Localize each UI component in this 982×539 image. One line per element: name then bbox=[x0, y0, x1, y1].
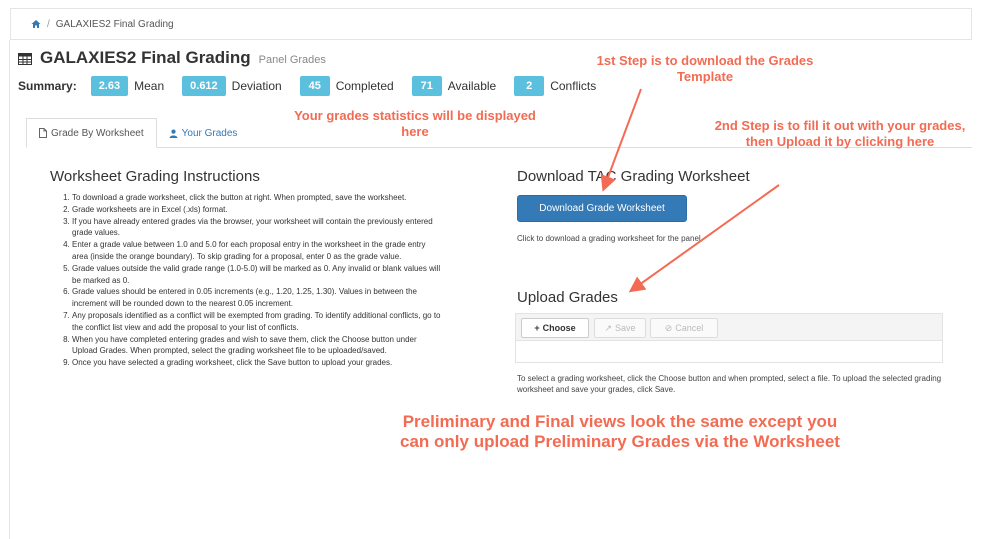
available-badge: 71 bbox=[411, 76, 442, 96]
download-heading: Download TAC Grading Worksheet bbox=[517, 168, 750, 185]
home-icon[interactable] bbox=[31, 19, 41, 29]
instruction-item: Grade worksheets are in Excel (.xls) for… bbox=[72, 204, 442, 216]
annotation-step1: 1st Step is to download the Grades Templ… bbox=[596, 53, 814, 84]
instructions-heading: Worksheet Grading Instructions bbox=[50, 168, 260, 185]
breadcrumb: / GALAXIES2 Final Grading bbox=[10, 8, 972, 40]
available-label: Available bbox=[447, 79, 497, 93]
page-header: GALAXIES2 Final Grading Panel Grades bbox=[18, 48, 326, 68]
choose-file-button[interactable]: + Choose bbox=[521, 318, 589, 338]
cancel-label: Cancel bbox=[675, 323, 704, 333]
page-title: GALAXIES2 Final Grading bbox=[40, 48, 251, 67]
instructions-list: To download a grade worksheet, click the… bbox=[52, 192, 442, 369]
choose-label: Choose bbox=[542, 323, 576, 333]
breadcrumb-separator: / bbox=[47, 18, 50, 30]
annotation-step2: 2nd Step is to fill it out with your gra… bbox=[714, 118, 966, 149]
instruction-item: When you have completed entering grades … bbox=[72, 334, 442, 358]
mean-label: Mean bbox=[134, 79, 165, 93]
instruction-item: Grade values should be entered in 0.05 i… bbox=[72, 286, 442, 310]
deviation-badge: 0.612 bbox=[182, 76, 226, 96]
instruction-item: Once you have selected a grading workshe… bbox=[72, 357, 442, 369]
instruction-item: To download a grade worksheet, click the… bbox=[72, 192, 442, 204]
table-icon bbox=[18, 52, 32, 65]
tab-label: Your Grades bbox=[181, 127, 238, 139]
plus-icon: + bbox=[534, 323, 540, 333]
mean-badge: 2.63 bbox=[90, 76, 129, 96]
tab-grade-by-worksheet[interactable]: Grade By Worksheet bbox=[26, 118, 157, 148]
upload-heading: Upload Grades bbox=[517, 289, 618, 306]
completed-label: Completed bbox=[335, 79, 394, 93]
download-worksheet-button[interactable]: Download Grade Worksheet bbox=[517, 195, 687, 222]
summary-bar: Summary: 2.63 Mean 0.612 Deviation 45 Co… bbox=[18, 76, 608, 96]
conflicts-badge: 2 bbox=[514, 76, 545, 96]
tab-label: Grade By Worksheet bbox=[51, 127, 144, 139]
breadcrumb-current: GALAXIES2 Final Grading bbox=[55, 18, 174, 30]
instruction-item: Grade values outside the valid grade ran… bbox=[72, 263, 442, 287]
tab-your-grades[interactable]: Your Grades bbox=[157, 118, 250, 148]
annotation-views: Preliminary and Final views look the sam… bbox=[400, 412, 840, 451]
download-help-text: Click to download a grading worksheet fo… bbox=[517, 234, 703, 243]
upload-icon: ↗ bbox=[604, 322, 613, 333]
completed-badge: 45 bbox=[299, 76, 330, 96]
save-label: Save bbox=[615, 323, 636, 333]
deviation-label: Deviation bbox=[231, 79, 282, 93]
upload-help-text: To select a grading worksheet, click the… bbox=[517, 374, 942, 394]
tab-bar: Grade By Worksheet Your Grades bbox=[26, 118, 249, 148]
annotation-stats: Your grades statistics will be displayed… bbox=[294, 108, 536, 139]
page-subtitle: Panel Grades bbox=[258, 54, 326, 66]
document-icon bbox=[39, 128, 47, 138]
instruction-item: Any proposals identified as a conflict w… bbox=[72, 310, 442, 334]
cancel-icon: ⊘ bbox=[664, 322, 673, 333]
page-left-border bbox=[9, 40, 10, 539]
instruction-item: If you have already entered grades via t… bbox=[72, 216, 442, 240]
save-button[interactable]: ↗ Save bbox=[594, 318, 646, 338]
user-icon bbox=[169, 129, 178, 138]
instruction-item: Enter a grade value between 1.0 and 5.0 … bbox=[72, 239, 442, 263]
summary-label: Summary: bbox=[18, 79, 77, 93]
cancel-button[interactable]: ⊘ Cancel bbox=[650, 318, 718, 338]
